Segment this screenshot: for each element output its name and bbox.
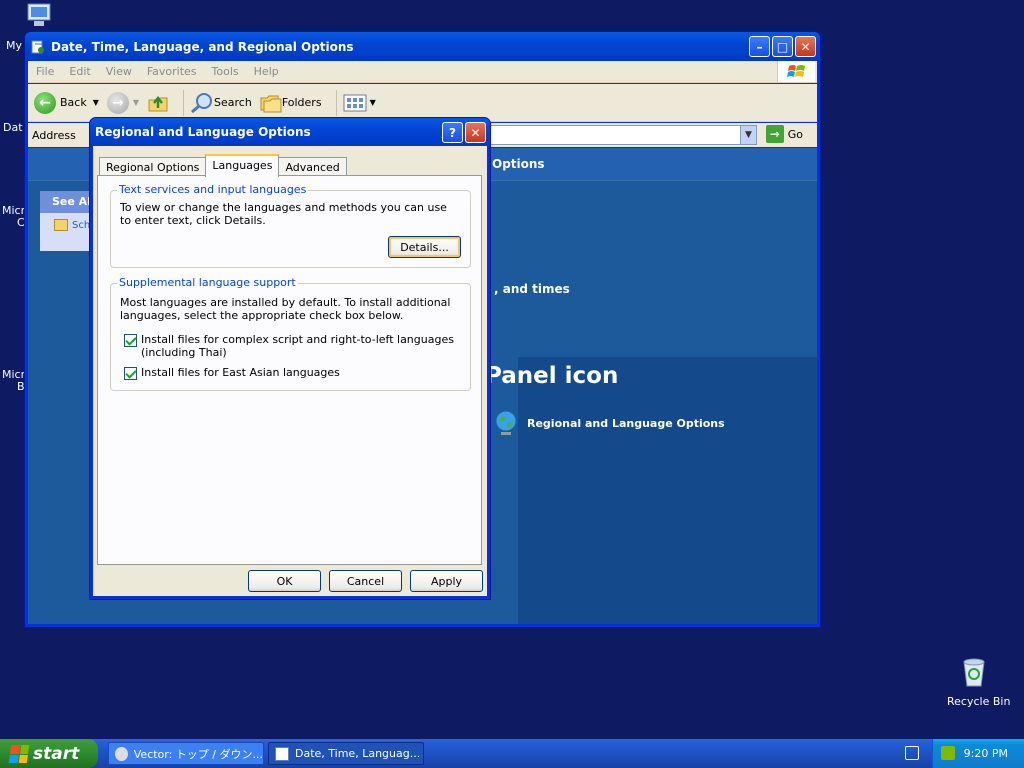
back-dropdown-icon[interactable]: ▼ — [93, 98, 99, 107]
dialog-title: Regional and Language Options — [95, 125, 311, 139]
up-folder-icon — [148, 95, 168, 111]
desktop-label-dat[interactable]: Dat — [3, 121, 23, 134]
help-button[interactable]: ? — [442, 122, 463, 143]
east-asian-label[interactable]: Install files for East Asian languages — [141, 366, 340, 379]
back-label: Back — [60, 96, 87, 109]
east-asian-option[interactable]: Install files for East Asian languages — [124, 366, 458, 380]
regional-options-link[interactable]: Regional and Language Options — [493, 409, 725, 437]
taskbar-item-vector-label: Vector: トップ / ダウン... — [133, 747, 263, 761]
folders-label: Folders — [281, 96, 322, 109]
network-tray-icon[interactable] — [941, 746, 955, 760]
menu-file[interactable]: File — [36, 65, 54, 78]
taskbar-item-date-time-label: Date, Time, Languag... — [295, 747, 421, 760]
windows-logo-icon — [8, 744, 30, 763]
menu-bar: File Edit View Favorites Tools Help — [28, 61, 817, 83]
close-button[interactable]: ✕ — [795, 36, 816, 57]
explorer-titlebar[interactable]: Date, Time, Language, and Regional Optio… — [25, 32, 820, 61]
control-panel-task-icon — [275, 746, 289, 761]
menu-tools[interactable]: Tools — [212, 65, 239, 78]
keyboard-icon[interactable] — [905, 746, 919, 760]
regional-options-link-label: Regional and Language Options — [527, 416, 725, 430]
search-icon — [191, 92, 213, 113]
forward-button[interactable]: → ▼ — [106, 91, 139, 114]
taskbar-item-vector[interactable]: Vector: トップ / ダウン... — [108, 742, 264, 765]
address-label: Address — [32, 128, 76, 142]
body-text-times: , and times — [494, 282, 570, 296]
scheduled-tasks-icon — [54, 219, 68, 231]
dialog-close-button[interactable]: ✕ — [465, 122, 486, 143]
complex-script-checkbox[interactable] — [124, 334, 137, 347]
forward-arrow-icon: → — [106, 91, 129, 114]
text-services-group: Text services and input languages To vie… — [110, 183, 471, 268]
complex-script-label[interactable]: Install files for complex script and rig… — [141, 333, 458, 359]
views-button[interactable]: ▼ — [343, 93, 376, 113]
details-button[interactable]: Details... — [388, 236, 461, 258]
dialog-titlebar[interactable]: Regional and Language Options — [90, 118, 490, 146]
complex-script-option[interactable]: Install files for complex script and rig… — [124, 333, 458, 359]
system-tray: 9:20 PM — [932, 739, 1024, 768]
recycle-bin-label[interactable]: Recycle Bin — [947, 695, 1010, 708]
vector-app-icon — [115, 746, 128, 761]
go-arrow-icon: → — [765, 125, 784, 143]
recycle-bin-icon[interactable] — [958, 656, 990, 688]
tab-advanced[interactable]: Advanced — [278, 157, 347, 177]
regional-language-dialog: Regional and Language Options ? ✕ Region… — [89, 117, 491, 600]
address-dropdown-button[interactable]: ▼ — [740, 126, 756, 144]
apply-button[interactable]: Apply — [410, 570, 483, 592]
folders-icon — [260, 95, 282, 112]
clock[interactable]: 9:20 PM — [964, 747, 1008, 760]
my-computer-icon[interactable] — [22, 2, 56, 30]
menu-favorites[interactable]: Favorites — [147, 65, 197, 78]
dialog-body: Regional Options Languages Advanced Text… — [93, 146, 487, 596]
views-icon — [343, 94, 367, 111]
search-button[interactable]: Search — [190, 92, 252, 114]
text-services-description: To view or change the languages and meth… — [120, 201, 447, 227]
address-field[interactable]: ▼ — [488, 125, 757, 145]
tab-languages[interactable]: Languages — [205, 154, 280, 177]
supplemental-language-title: Supplemental language support — [117, 276, 298, 289]
start-label: start — [33, 743, 80, 764]
go-label: Go — [787, 127, 803, 141]
control-panel-icon — [31, 40, 45, 54]
explorer-title: Date, Time, Language, and Regional Optio… — [51, 39, 354, 54]
toolbar-separator-2 — [335, 89, 337, 116]
search-label: Search — [214, 96, 252, 109]
east-asian-checkbox[interactable] — [124, 367, 137, 380]
back-button[interactable]: ← Back ▼ — [34, 91, 99, 114]
tab-regional-options[interactable]: Regional Options — [99, 157, 207, 177]
views-dropdown-icon: ▼ — [369, 98, 376, 107]
globe-icon — [495, 410, 517, 435]
forward-dropdown-icon[interactable]: ▼ — [133, 98, 139, 107]
toolbar-separator — [183, 89, 185, 116]
go-button[interactable]: → Go — [765, 125, 803, 143]
ok-button[interactable]: OK — [248, 570, 321, 592]
panel-icon-heading: Panel icon — [485, 363, 619, 389]
menu-help[interactable]: Help — [254, 65, 279, 78]
back-arrow-icon: ← — [34, 91, 56, 114]
windows-flag-icon — [777, 61, 815, 82]
see-also-item-label: Sch — [72, 220, 91, 231]
start-button[interactable]: start — [0, 739, 98, 768]
dialog-tabs: Regional Options Languages Advanced — [99, 154, 347, 177]
minimize-button[interactable]: – — [749, 36, 770, 57]
watermark-panel — [518, 357, 817, 624]
content-header-title: Options — [492, 157, 545, 171]
folders-button[interactable]: Folders — [260, 93, 322, 113]
maximize-button[interactable]: □ — [772, 36, 793, 57]
supplemental-language-description: Most languages are installed by default.… — [120, 296, 451, 322]
taskbar: start Vector: トップ / ダウン... Date, Time, L… — [0, 739, 1024, 768]
desktop-label-my[interactable]: My — [6, 39, 22, 52]
menu-edit[interactable]: Edit — [69, 65, 90, 78]
menu-view[interactable]: View — [106, 65, 132, 78]
cancel-button[interactable]: Cancel — [329, 570, 402, 592]
languages-tab-panel: Text services and input languages To vie… — [97, 175, 482, 565]
supplemental-language-group: Supplemental language support Most langu… — [110, 276, 471, 391]
taskbar-item-date-time[interactable]: Date, Time, Languag... — [268, 742, 424, 765]
text-services-title: Text services and input languages — [117, 183, 309, 196]
up-folder-button[interactable] — [147, 92, 169, 114]
